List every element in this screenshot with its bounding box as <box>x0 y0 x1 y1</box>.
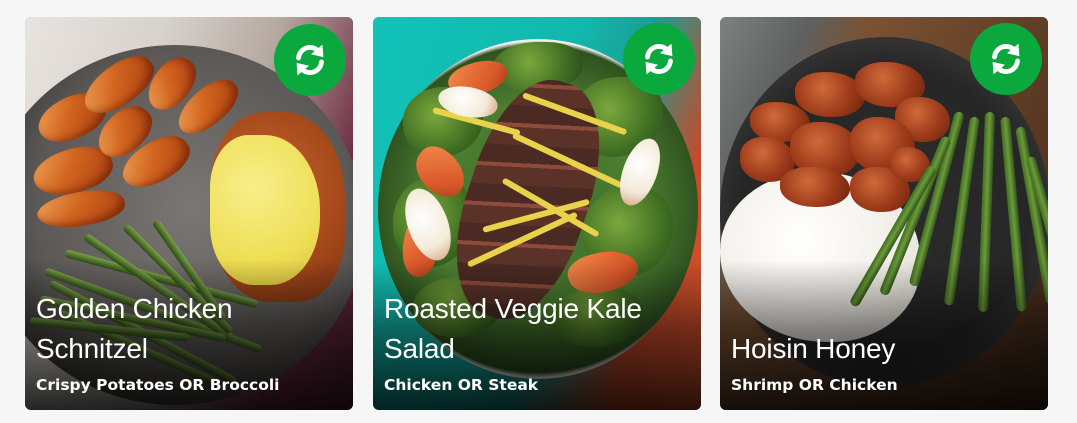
recipe-card-roasted-veggie-kale-salad[interactable]: Roasted Veggie Kale Salad Chicken OR Ste… <box>373 17 701 410</box>
recipe-title: Roasted Veggie Kale Salad <box>384 293 642 364</box>
swap-icon <box>645 43 673 75</box>
swap-icon <box>992 43 1020 75</box>
recipe-subtitle: Shrimp OR Chicken <box>731 376 898 394</box>
swap-icon <box>296 44 324 76</box>
swap-meal-button[interactable] <box>970 23 1042 95</box>
recipe-card-hoisin-honey[interactable]: Hoisin Honey Shrimp OR Chicken <box>720 17 1048 410</box>
recipe-subtitle: Crispy Potatoes OR Broccoli <box>36 376 280 394</box>
swap-meal-button[interactable] <box>623 23 695 95</box>
recipe-subtitle: Chicken OR Steak <box>384 376 539 394</box>
recipe-card-golden-chicken-schnitzel[interactable]: Golden Chicken Schnitzel Crispy Potatoes… <box>25 17 353 410</box>
swap-meal-button[interactable] <box>274 24 346 96</box>
recipe-title: Golden Chicken Schnitzel <box>36 293 233 364</box>
recipe-title: Hoisin Honey <box>731 333 896 364</box>
